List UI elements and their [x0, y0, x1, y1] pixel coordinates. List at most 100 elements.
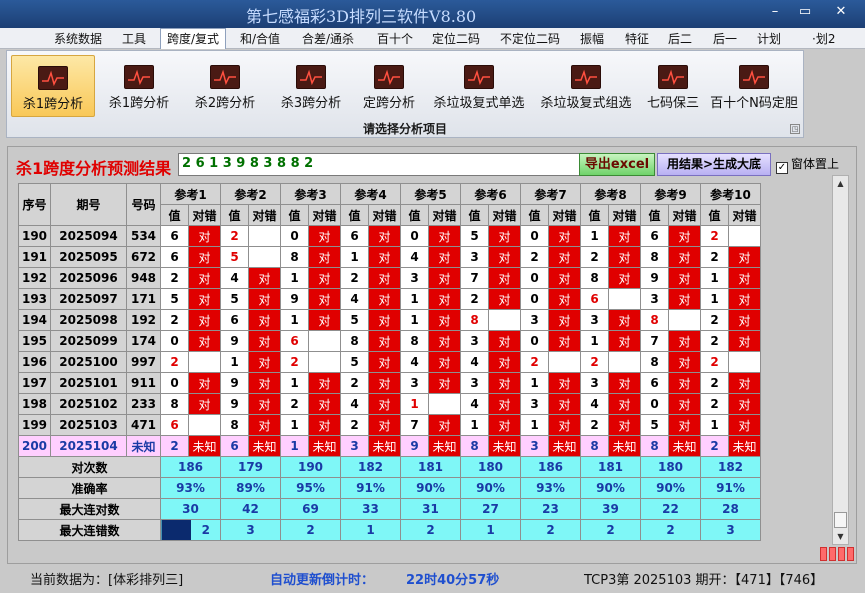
ribbon-kill-junk-group[interactable]: 杀垃圾复式组选 — [534, 55, 638, 117]
minimize-button[interactable]: – — [762, 4, 788, 19]
ref-value-cell: 8 — [580, 435, 609, 457]
hit-cell: 对 — [428, 330, 461, 352]
ribbon-kill1-span-analysis-active[interactable]: 杀1跨分析 — [11, 55, 95, 117]
table-row[interactable]: 192 2025096 948 2 对 4 对 1 对 2 对 3 对 7 对 0 对 8 对 9 对 1 对 — [18, 267, 761, 289]
stats-value: 179 — [220, 456, 281, 478]
seq-cell: 193 — [18, 288, 51, 310]
ref-column-header[interactable]: 参考6 — [460, 183, 521, 205]
checkbox-icon[interactable]: ✓ — [776, 162, 788, 174]
stats-label: 准确率 — [18, 477, 161, 499]
table-row[interactable]: 200 2025104 未知 2 未知 6 未知 1 未知 3 未知 9 未知 8 未知 3 未知 8 未知 8 未知 2… — [18, 435, 761, 457]
column-header[interactable]: 期号 — [50, 183, 127, 226]
scroll-down-icon[interactable]: ▼ — [833, 529, 848, 544]
menu-hundreds-tens-units[interactable]: 百十个 — [377, 30, 413, 47]
ref-value-cell: 1 — [460, 414, 489, 436]
expand-icon[interactable]: ◳ — [790, 124, 800, 134]
chart-icon — [124, 65, 154, 89]
ref-value-cell: 2 — [460, 288, 489, 310]
menu-amplitude[interactable]: 振幅 — [580, 30, 604, 47]
export-excel-button[interactable]: 导出excel — [579, 153, 655, 176]
menu-span-compound[interactable]: 跨度/复式 — [160, 28, 227, 49]
result-subheader: 对错 — [548, 204, 581, 226]
ref-column-header[interactable]: 参考8 — [580, 183, 641, 205]
hit-cell: 对 — [368, 267, 401, 289]
result-field[interactable]: 2 6 1 3 9 8 3 8 8 2 — [178, 153, 580, 176]
scroll-up-icon[interactable]: ▲ — [833, 176, 848, 191]
menu-tools[interactable]: 工具 — [122, 30, 146, 47]
scroll-thumb[interactable] — [834, 512, 847, 528]
table-row[interactable]: 198 2025102 233 8 对 9 对 2 对 4 对 1 4 对 3 对 4 对 0 对 2 对 — [18, 393, 761, 415]
menu-sum-value[interactable]: 和/合值 — [240, 30, 280, 47]
menu-nonpositional-two[interactable]: 不定位二码 — [500, 30, 560, 47]
menu-features[interactable]: 特征 — [625, 30, 649, 47]
hit-cell: 对 — [248, 372, 281, 394]
hit-cell: 对 — [608, 267, 641, 289]
ref-value-cell: 8 — [460, 435, 489, 457]
miss-cell — [188, 351, 221, 373]
ref-value-cell: 5 — [220, 246, 249, 268]
hit-cell: 未知 — [188, 435, 221, 457]
table-row[interactable]: 195 2025099 174 0 对 9 对 6 8 对 8 对 3 对 0 对 1 对 7 对 2 对 — [18, 330, 761, 352]
ref-column-header[interactable]: 参考10 — [700, 183, 761, 205]
column-header[interactable]: 号码 — [126, 183, 161, 226]
table-row[interactable]: 197 2025101 911 0 对 9 对 1 对 2 对 3 对 3 对 1 对 3 对 6 对 2 对 — [18, 372, 761, 394]
ref-column-header[interactable]: 参考2 — [220, 183, 281, 205]
ribbon-seven-keep-three[interactable]: 七码保三 — [641, 55, 705, 117]
ref-value-cell: 9 — [640, 267, 669, 289]
menu-plan-2[interactable]: ·划2 — [812, 30, 835, 47]
stats-value: 28 — [700, 498, 761, 520]
stats-value: 22 — [640, 498, 701, 520]
stats-value: 91% — [340, 477, 401, 499]
close-button[interactable]: ✕ — [828, 4, 854, 19]
table-row[interactable]: 194 2025098 192 2 对 6 对 1 对 5 对 1 对 8 3 对 3 对 8 2 对 — [18, 309, 761, 331]
result-subheader: 对错 — [488, 204, 521, 226]
issue-cell: 2025096 — [50, 267, 127, 289]
header-row: 序号 期号 号码 参考1 参考2 参考3 参考4 参考5 参考6 参考7 参考8 参考9 参考10 — [18, 183, 761, 226]
ref-value-cell: 8 — [580, 267, 609, 289]
ref-column-header[interactable]: 参考4 — [340, 183, 401, 205]
ref-value-cell: 0 — [400, 225, 429, 247]
ref-value-cell: 2 — [700, 246, 729, 268]
ref-value-cell: 0 — [640, 393, 669, 415]
menu-last-one[interactable]: 后一 — [713, 30, 737, 47]
ref-column-header[interactable]: 参考5 — [400, 183, 461, 205]
menu-system-data[interactable]: 系统数据 — [54, 30, 102, 47]
table-row[interactable]: 193 2025097 171 5 对 5 对 9 对 4 对 1 对 2 对 0 对 6 3 对 1 对 — [18, 288, 761, 310]
table-row[interactable]: 191 2025095 672 6 对 5 8 对 1 对 4 对 3 对 2 对 2 对 8 对 2 对 — [18, 246, 761, 268]
stats-value: 30 — [160, 498, 221, 520]
ribbon-fixed-span-analysis[interactable]: 定跨分析 — [355, 55, 423, 117]
menu-positional-two[interactable]: 定位二码 — [432, 30, 480, 47]
menu-plan[interactable]: 计划 — [757, 30, 781, 47]
ribbon-kill-junk-single[interactable]: 杀垃圾复式单选 — [427, 55, 531, 117]
miss-cell — [608, 351, 641, 373]
window-ontop-checkbox[interactable]: ✓ 窗体置上 — [776, 155, 839, 174]
ribbon-kill3-span-analysis[interactable]: 杀3跨分析 — [271, 55, 351, 117]
ref-column-header[interactable]: 参考3 — [280, 183, 341, 205]
ref-column-header[interactable]: 参考9 — [640, 183, 701, 205]
ref-column-header[interactable]: 参考1 — [160, 183, 221, 205]
menu-diff-kill[interactable]: 合差/通杀 — [302, 30, 354, 47]
generate-base-button[interactable]: 用结果>生成大底 — [657, 153, 771, 176]
seq-cell: 199 — [18, 414, 51, 436]
issue-cell: 2025104 — [50, 435, 127, 457]
ref-value-cell: 4 — [220, 267, 249, 289]
ribbon-button-label: 杀1跨分析 — [22, 97, 84, 112]
ribbon-kill1-span-analysis[interactable]: 杀1跨分析 — [99, 55, 179, 117]
hit-cell: 对 — [308, 246, 341, 268]
ribbon-kill2-span-analysis[interactable]: 杀2跨分析 — [185, 55, 265, 117]
ref-column-header[interactable]: 参考7 — [520, 183, 581, 205]
maximize-button[interactable]: ▭ — [792, 4, 818, 19]
number-cell: 171 — [126, 288, 161, 310]
ref-value-cell: 8 — [640, 351, 669, 373]
ref-value-cell: 3 — [400, 267, 429, 289]
table-row[interactable]: 199 2025103 471 6 8 对 1 对 2 对 7 对 1 对 1 对 2 对 5 对 1 对 — [18, 414, 761, 436]
ref-value-cell: 6 — [340, 225, 369, 247]
ribbon-n-code-banker[interactable]: 百十个N码定胆 — [707, 55, 801, 117]
vertical-scrollbar[interactable]: ▲ ▼ — [832, 175, 849, 545]
column-header[interactable]: 序号 — [18, 183, 51, 226]
result-title: 杀1跨度分析预测结果 — [16, 159, 172, 178]
ref-value-cell: 4 — [460, 393, 489, 415]
table-row[interactable]: 190 2025094 534 6 对 2 0 对 6 对 0 对 5 对 0 对 1 对 6 对 2 — [18, 225, 761, 247]
menu-last-two[interactable]: 后二 — [668, 30, 692, 47]
table-row[interactable]: 196 2025100 997 2 1 对 2 5 对 4 对 4 对 2 2 8 对 2 — [18, 351, 761, 373]
